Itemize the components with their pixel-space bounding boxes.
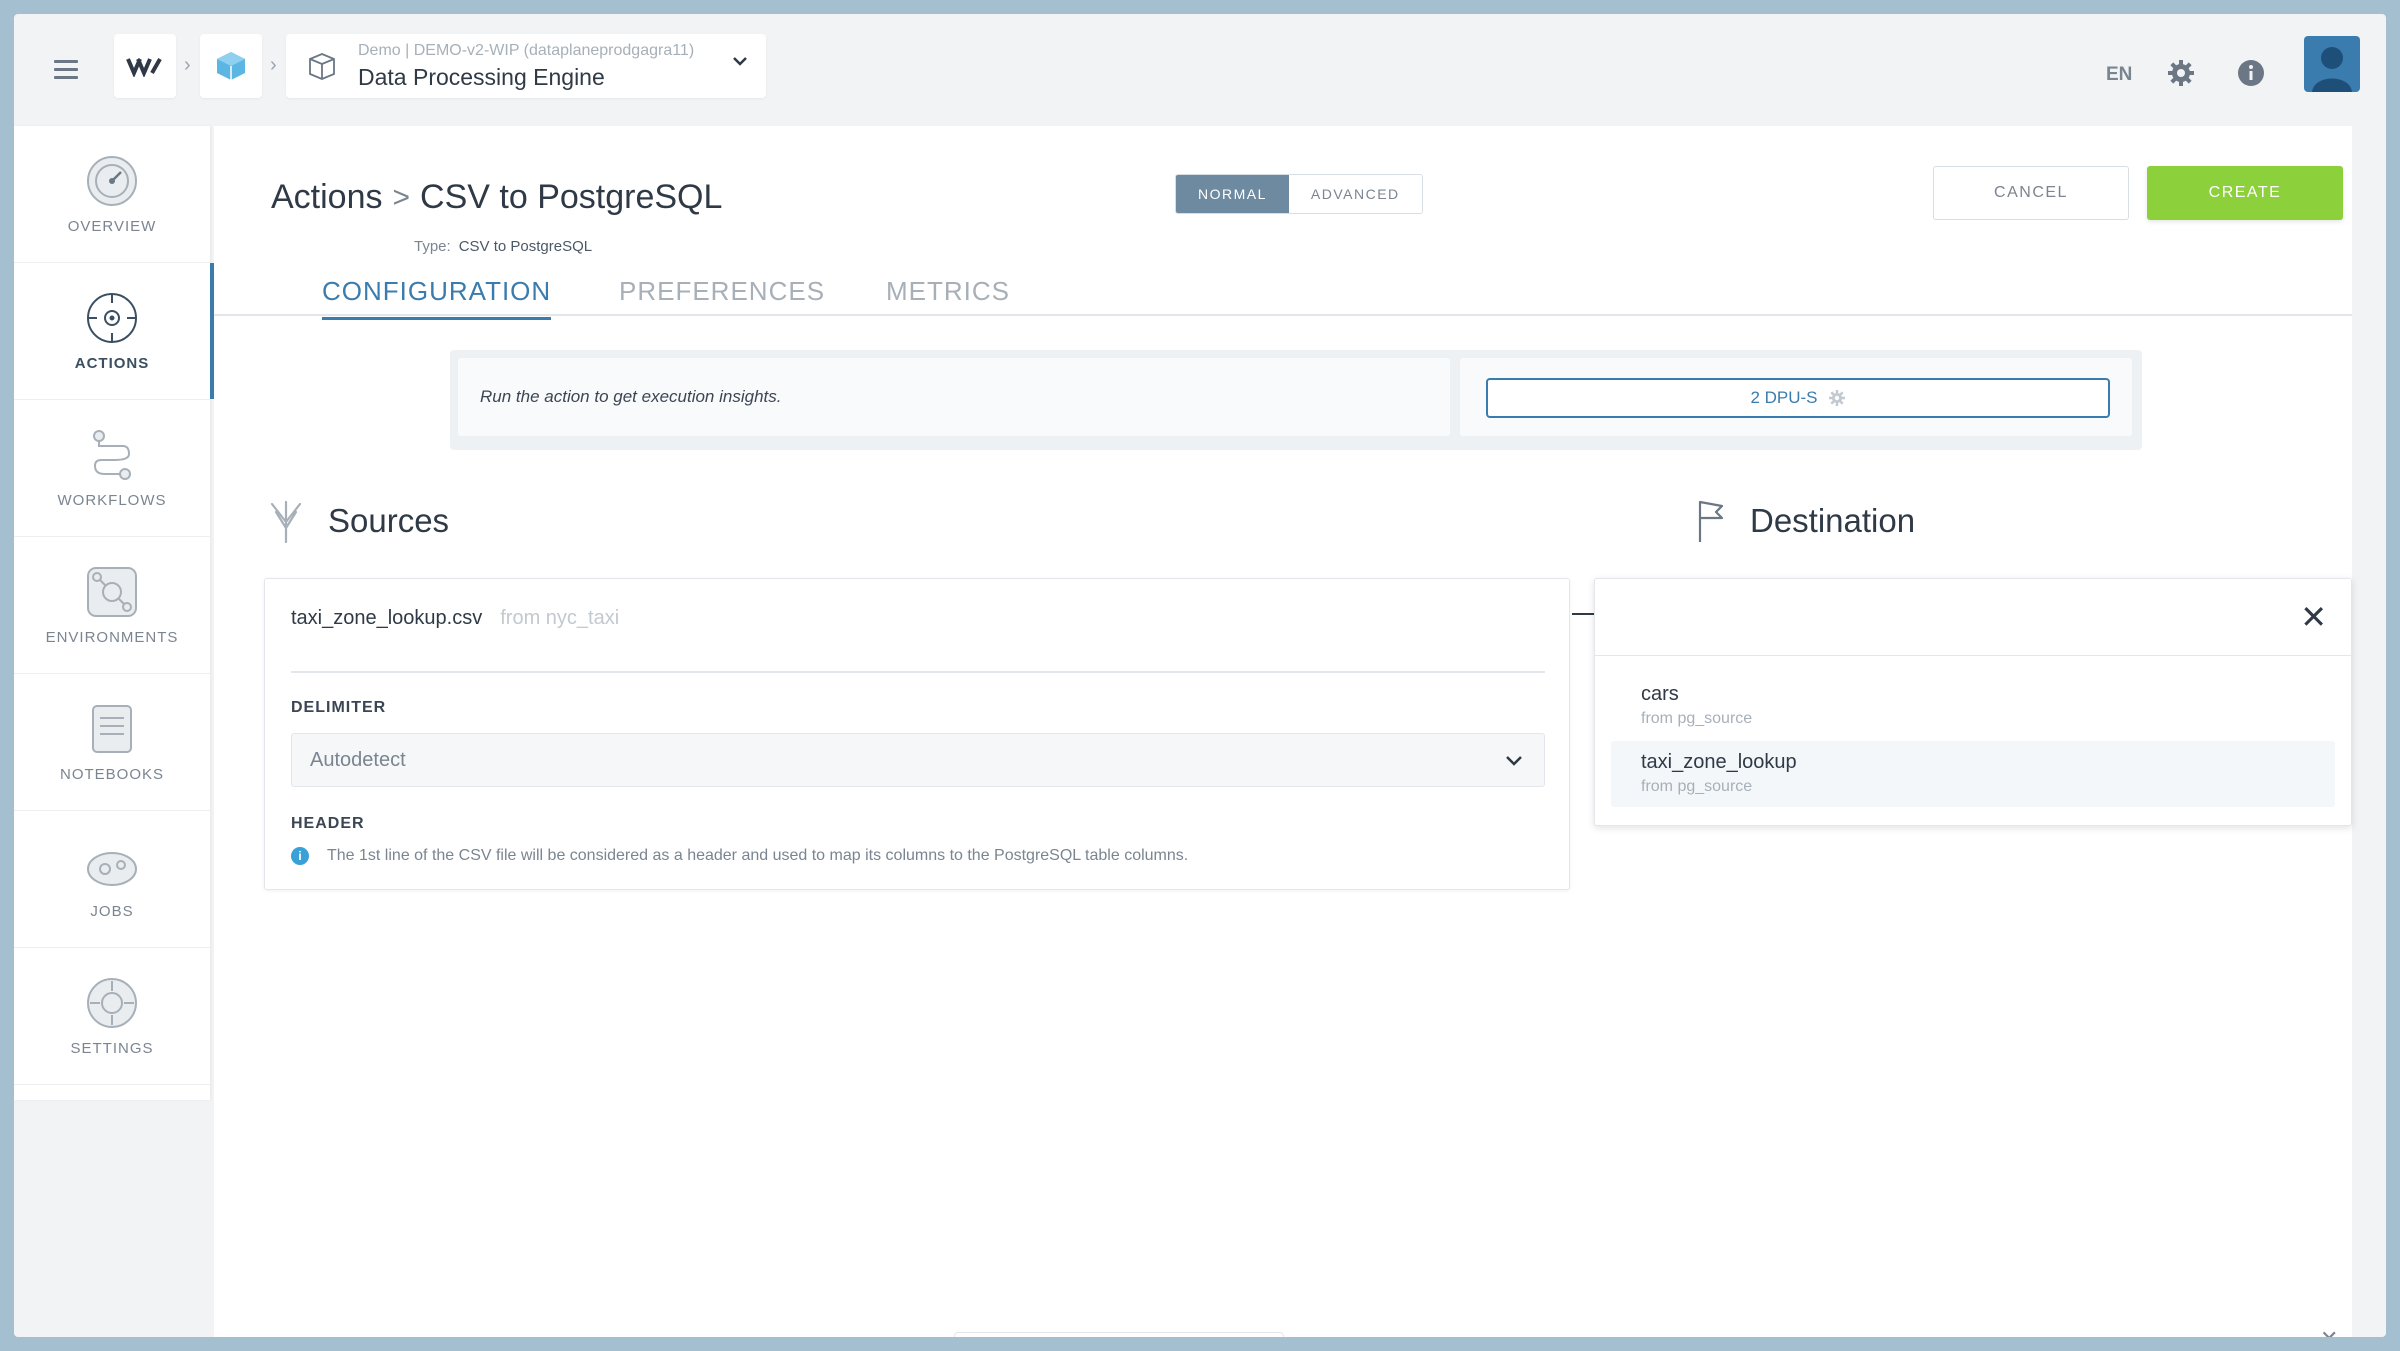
dpu-panel: 2 DPU-S	[1460, 358, 2132, 436]
tab-preferences[interactable]: PREFERENCES	[619, 276, 825, 317]
sidebar-item-label: JOBS	[90, 902, 134, 920]
main-panel: Actions > CSV to PostgreSQL Type: CSV to …	[214, 126, 2352, 1337]
language-selector[interactable]: EN	[2106, 64, 2132, 86]
tab-metrics[interactable]: METRICS	[886, 276, 1010, 317]
logo-button[interactable]	[114, 34, 176, 98]
sidebar: OVERVIEW ACTIONS WORKFLOWS ENVIRONMENTS …	[14, 126, 216, 1100]
cancel-button[interactable]: CANCEL	[1933, 166, 2129, 220]
sources-icon	[270, 500, 302, 544]
destination-title: Destination	[1750, 502, 1916, 539]
header-label: HEADER	[291, 815, 365, 832]
bottom-drawer-handle[interactable]	[954, 1332, 1284, 1337]
sidebar-item-label: OVERVIEW	[67, 217, 157, 235]
sidebar-item-environments[interactable]: ENVIRONMENTS	[14, 537, 210, 674]
destination-option-source: from pg_source	[1641, 778, 1753, 795]
destination-option-taxi-zone-lookup[interactable]: taxi_zone_lookup from pg_source	[1611, 741, 2335, 807]
insights-message: Run the action to get execution insights…	[458, 358, 1450, 436]
insights-panel: Run the action to get execution insights…	[450, 350, 2142, 450]
mode-toggle: NORMAL ADVANCED	[1175, 174, 1423, 214]
box-icon	[309, 53, 335, 80]
notebooks-icon	[92, 704, 132, 753]
breadcrumb-chevron-icon: ›	[270, 54, 277, 76]
workspace-button[interactable]	[200, 34, 262, 98]
source-origin: from nyc_taxi	[500, 607, 620, 629]
chevron-down-icon	[1506, 756, 1522, 766]
workflows-icon	[93, 429, 131, 480]
menu-icon[interactable]	[54, 60, 78, 80]
header-info: i The 1st line of the CSV file will be c…	[291, 847, 1188, 865]
jobs-icon	[87, 851, 137, 886]
settings-icon	[87, 977, 137, 1028]
tab-configuration[interactable]: CONFIGURATION	[322, 276, 552, 320]
sidebar-item-jobs[interactable]: JOBS	[14, 811, 210, 948]
divider	[291, 671, 1545, 673]
mode-normal-button[interactable]: NORMAL	[1176, 175, 1289, 213]
project-subtitle: Demo | DEMO-v2-WIP (dataplaneprodgagra11…	[358, 41, 695, 59]
destination-option-name: cars	[1641, 683, 1679, 705]
type-label: Type:	[414, 238, 451, 255]
source-destination-connector	[1572, 613, 1594, 615]
delimiter-select[interactable]: Autodetect	[291, 733, 1545, 787]
divider	[1595, 655, 2351, 656]
close-icon[interactable]: ✕	[2300, 601, 2327, 633]
flag-icon	[1698, 500, 1724, 542]
breadcrumb-actions-link[interactable]: Actions	[271, 178, 383, 217]
delimiter-label: DELIMITER	[291, 699, 387, 716]
gear-icon[interactable]	[2166, 58, 2196, 88]
sidebar-item-notebooks[interactable]: NOTEBOOKS	[14, 674, 210, 811]
sources-heading: Sources	[266, 498, 449, 544]
sources-title: Sources	[328, 502, 450, 539]
sidebar-item-settings[interactable]: SETTINGS	[14, 948, 210, 1085]
destination-option-name: taxi_zone_lookup	[1641, 751, 1797, 773]
sidebar-item-overview[interactable]: OVERVIEW	[14, 126, 210, 263]
sidebar-item-label: WORKFLOWS	[57, 491, 167, 509]
top-bar: › › Demo | DEMO-v2-WIP (dataplaneprodgag…	[14, 14, 2386, 126]
cube-icon	[217, 52, 245, 80]
destination-heading: Destination	[1694, 498, 1915, 544]
destination-dropdown: ✕ cars from pg_source taxi_zone_lookup f…	[1594, 578, 2352, 826]
project-name: Data Processing Engine	[358, 63, 605, 90]
breadcrumb-separator: >	[392, 180, 411, 214]
info-icon[interactable]	[2236, 58, 2266, 88]
source-file: taxi_zone_lookup.csv from nyc_taxi	[291, 607, 619, 630]
info-icon: i	[291, 847, 309, 865]
create-button[interactable]: CREATE	[2147, 166, 2343, 220]
logo-icon	[126, 58, 162, 77]
actions-icon	[87, 292, 137, 343]
type-value: CSV to PostgreSQL	[458, 238, 593, 255]
sidebar-item-label: ENVIRONMENTS	[45, 628, 179, 646]
chevron-down-icon	[733, 57, 747, 66]
project-selector[interactable]: Demo | DEMO-v2-WIP (dataplaneprodgagra11…	[286, 34, 766, 98]
header-info-text: The 1st line of the CSV file will be con…	[327, 847, 1189, 864]
gear-icon	[1828, 390, 1845, 406]
breadcrumb: Actions > CSV to PostgreSQL	[271, 178, 722, 217]
dpu-button[interactable]: 2 DPU-S	[1486, 378, 2110, 418]
source-file-name: taxi_zone_lookup.csv	[291, 607, 483, 629]
destination-option-cars[interactable]: cars from pg_source	[1611, 673, 2335, 739]
action-type: Type: CSV to PostgreSQL	[414, 238, 592, 255]
source-card: taxi_zone_lookup.csv from nyc_taxi DELIMI…	[264, 578, 1570, 890]
dpu-label: 2 DPU-S	[1750, 388, 1818, 407]
sidebar-item-label: SETTINGS	[70, 1039, 154, 1057]
tab-bar: CONFIGURATION PREFERENCES METRICS	[214, 266, 2352, 320]
environments-icon	[87, 566, 137, 617]
close-icon[interactable]: ✕	[2320, 1326, 2338, 1337]
destination-option-source: from pg_source	[1641, 710, 1753, 727]
avatar[interactable]	[2304, 36, 2360, 92]
sidebar-item-actions[interactable]: ACTIONS	[14, 263, 216, 400]
overview-icon	[87, 155, 137, 206]
delimiter-value: Autodetect	[310, 748, 406, 771]
mode-advanced-button[interactable]: ADVANCED	[1288, 175, 1422, 213]
sidebar-item-workflows[interactable]: WORKFLOWS	[14, 400, 210, 537]
user-icon	[2312, 47, 2352, 92]
sidebar-item-label: NOTEBOOKS	[59, 765, 165, 783]
page-title: CSV to PostgreSQL	[420, 178, 723, 216]
app-window: › › Demo | DEMO-v2-WIP (dataplaneprodgag…	[14, 14, 2386, 1337]
breadcrumb-chevron-icon: ›	[184, 54, 191, 76]
sidebar-item-label: ACTIONS	[74, 354, 150, 372]
